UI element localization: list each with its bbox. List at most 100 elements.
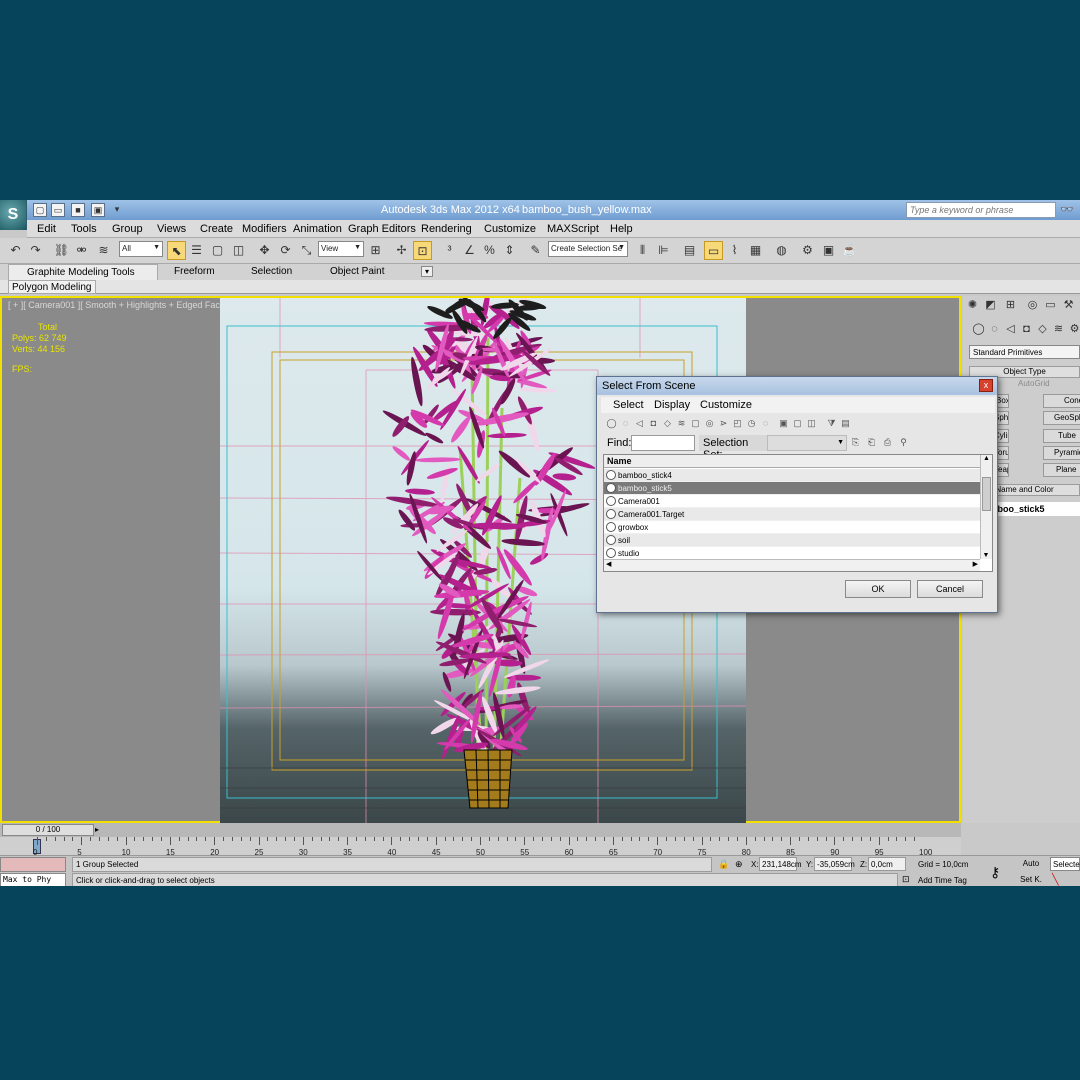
select-by-name-icon[interactable]: ☰ [187, 241, 206, 260]
selection-filter-dropdown[interactable]: All [119, 241, 163, 257]
helpers-icon[interactable]: ◇ [1035, 322, 1050, 337]
graphite-toggle-icon[interactable]: ▭ [704, 241, 723, 260]
find-input[interactable] [631, 435, 695, 451]
geosphere-button[interactable]: GeoSphere [1043, 411, 1080, 425]
keyboard-shortcut-override-icon[interactable]: ⊡ [413, 241, 432, 260]
mirror-icon[interactable]: ⫴ [633, 241, 652, 260]
menu-customize[interactable]: Customize [484, 223, 536, 235]
render-teapot-icon[interactable]: ☕ [840, 241, 859, 260]
create-tab-icon[interactable]: ✺ [965, 298, 980, 313]
ok-button[interactable]: OK [845, 580, 911, 598]
viewport-label[interactable]: [ + ][ Camera001 ][ Smooth + Highlights … [8, 300, 234, 310]
list-item[interactable]: soil [604, 534, 980, 547]
xrefs-filter-icon[interactable]: ◎ [703, 417, 716, 430]
scale-icon[interactable]: ⤡ [297, 241, 316, 260]
list-item[interactable]: bamboo_stick5 [604, 482, 980, 495]
search-input[interactable]: Type a keyword or phrase [906, 202, 1056, 218]
highlight-selected-icon[interactable]: ▤ [839, 417, 852, 430]
binoculars-icon[interactable]: 👓 [1060, 203, 1074, 216]
x-coordinate-field[interactable]: 231,148cm [759, 857, 802, 871]
link-icon[interactable]: ⛓ [52, 241, 71, 260]
set-key-button[interactable]: Set K. [1016, 873, 1046, 886]
dialog-menu-display[interactable]: Display [654, 399, 690, 411]
remove-from-selection-set-icon[interactable]: ⎙ [881, 436, 894, 449]
close-icon[interactable]: x [979, 379, 993, 392]
material-editor-icon[interactable]: ◍ [772, 241, 791, 260]
menu-modifiers[interactable]: Modifiers [242, 223, 287, 235]
name-column-header[interactable]: Name [604, 455, 980, 468]
pivot-center-icon[interactable]: ⊞ [366, 241, 385, 260]
schematic-view-icon[interactable]: ▦ [746, 241, 765, 260]
groups-filter-icon[interactable]: ▢ [689, 417, 702, 430]
window-crossing-icon[interactable]: ◫ [229, 241, 248, 260]
tab-object-paint[interactable]: Object Paint [330, 266, 384, 277]
invert-selection-icon[interactable]: ◫ [805, 417, 818, 430]
scroll-right-icon[interactable]: ▶ [973, 560, 978, 568]
cameras-filter-icon[interactable]: ◘ [647, 417, 660, 430]
menu-views[interactable]: Views [157, 223, 186, 235]
auto-key-button[interactable]: Auto [1016, 857, 1046, 871]
selection-lock-icon[interactable]: 🔒 [718, 859, 729, 870]
new-file-icon[interactable]: ▢ [33, 203, 47, 217]
hierarchy-tab-icon[interactable]: ⊞ [1003, 298, 1018, 313]
maxscript-mini-listener[interactable]: Max to Phy [0, 873, 66, 886]
lights-icon[interactable]: ◁ [1003, 322, 1018, 337]
autogrid-checkbox[interactable]: AutoGrid [1018, 379, 1050, 388]
menu-help[interactable]: Help [610, 223, 633, 235]
snaps-toggle-icon[interactable]: ³ [440, 241, 459, 260]
frozen-filter-icon[interactable]: ◷ [745, 417, 758, 430]
select-manipulate-icon[interactable]: ✢ [392, 241, 411, 260]
pyramid-button[interactable]: Pyramid [1043, 446, 1080, 460]
menu-tools[interactable]: Tools [71, 223, 97, 235]
modify-tab-icon[interactable]: ◩ [983, 298, 998, 313]
frame-counter[interactable]: 0 / 100 [2, 824, 94, 836]
hidden-filter-icon[interactable]: ◌ [759, 417, 772, 430]
menu-group[interactable]: Group [112, 223, 143, 235]
geometry-icon[interactable]: ◯ [971, 322, 986, 337]
named-selection-dropdown[interactable]: Create Selection Se [548, 241, 628, 257]
primitive-type-dropdown[interactable]: Standard Primitives [969, 345, 1080, 359]
shapes-filter-icon[interactable]: ◌ [619, 417, 632, 430]
timeline-ruler[interactable]: 0 5 10 15 20 25 30 35 40 45 50 55 60 65 70 75 80 85 90 95 10… [0, 837, 961, 857]
list-item[interactable]: growbox [604, 521, 980, 534]
align-icon[interactable]: ⊫ [654, 241, 673, 260]
add-time-tag[interactable]: Add Time Tag [918, 876, 967, 885]
utilities-tab-icon[interactable]: ⚒ [1061, 298, 1076, 313]
space-warps-icon[interactable]: ≋ [1051, 322, 1066, 337]
z-coordinate-field[interactable]: 0,0cm [868, 857, 906, 871]
space-warps-filter-icon[interactable]: ≋ [675, 417, 688, 430]
app-logo-icon[interactable]: S [0, 200, 27, 230]
y-coordinate-field[interactable]: -35,059cm [814, 857, 855, 871]
next-frame-icon[interactable]: ▸ [95, 825, 99, 834]
motion-tab-icon[interactable]: ◎ [1025, 298, 1040, 313]
angle-snap-icon[interactable]: ∠ [460, 241, 479, 260]
menu-rendering[interactable]: Rendering [421, 223, 472, 235]
helpers-filter-icon[interactable]: ◇ [661, 417, 674, 430]
absolute-mode-icon[interactable]: ⊕ [735, 859, 743, 870]
tab-freeform[interactable]: Freeform [174, 266, 215, 277]
save-icon[interactable]: ■ [71, 203, 85, 217]
create-selection-set-icon[interactable]: ⎘ [849, 436, 862, 449]
quick-access-dropdown-icon[interactable]: ▾ [110, 203, 124, 217]
bones-filter-icon[interactable]: ⋗ [717, 417, 730, 430]
select-none-icon[interactable]: ▢ [791, 417, 804, 430]
redo-icon[interactable]: ↷ [26, 241, 45, 260]
select-all-icon[interactable]: ▣ [777, 417, 790, 430]
set-key-icon[interactable]: ⚷ [990, 864, 1000, 881]
unlink-icon[interactable]: ⚮ [72, 241, 91, 260]
move-icon[interactable]: ✥ [255, 241, 274, 260]
list-item[interactable]: Camera001 [604, 495, 980, 508]
display-tab-icon[interactable]: ▭ [1043, 298, 1058, 313]
open-file-icon[interactable]: ▭ [51, 203, 65, 217]
dialog-menu-select[interactable]: Select [613, 399, 644, 411]
systems-icon[interactable]: ⚙ [1067, 322, 1080, 337]
rendered-frame-window-icon[interactable]: ▣ [819, 241, 838, 260]
lights-filter-icon[interactable]: ◁ [633, 417, 646, 430]
tab-selection[interactable]: Selection [251, 266, 292, 277]
select-object-icon[interactable]: ⬉ [167, 241, 186, 260]
rectangular-selection-icon[interactable]: ▢ [208, 241, 227, 260]
plane-button[interactable]: Plane [1043, 463, 1080, 477]
menu-edit[interactable]: Edit [37, 223, 56, 235]
scroll-left-icon[interactable]: ◀ [606, 560, 611, 568]
maxscript-listener-area[interactable] [0, 857, 66, 872]
